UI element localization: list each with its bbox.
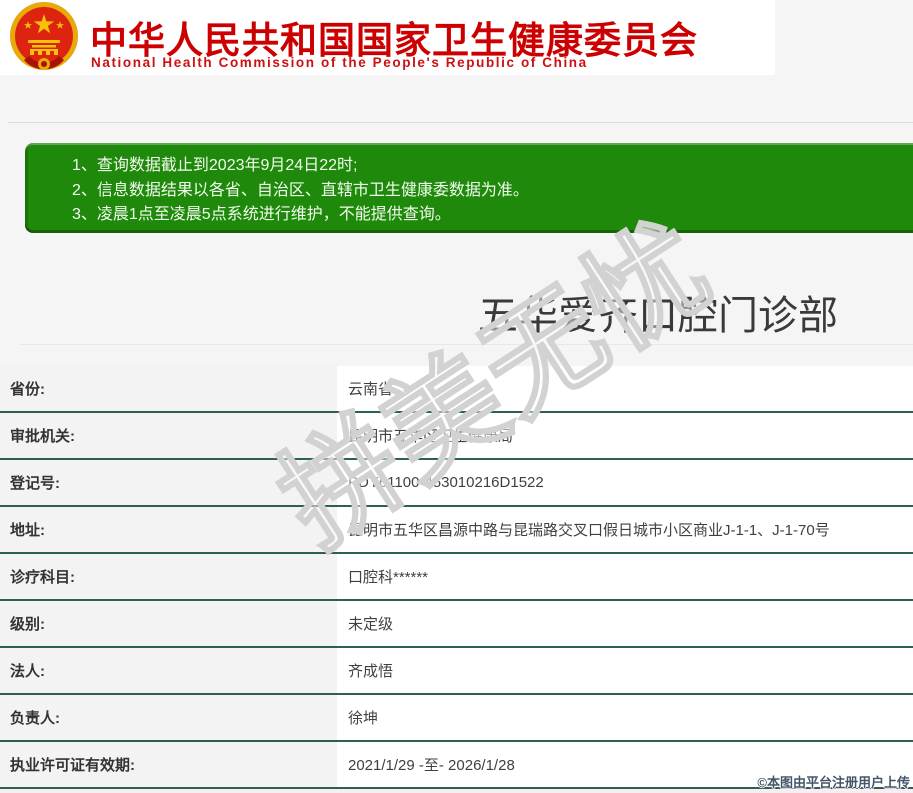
row-label: 负责人:	[0, 695, 337, 740]
row-label: 法人:	[0, 648, 337, 693]
header-divider	[8, 122, 913, 123]
table-row-registration-number: 登记号: PDY61100-453010216D1522	[0, 460, 913, 507]
row-value: 口腔科******	[337, 554, 913, 599]
row-value: 未定级	[337, 601, 913, 646]
medical-license-lookup-page: { "header": { "org_title_cn": "中华人民共和国国家…	[0, 0, 913, 793]
table-row-address: 地址: 昆明市五华区昌源中路与昆瑞路交叉口假日城市小区商业J-1-1、J-1-7…	[0, 507, 913, 554]
table-row-level: 级别: 未定级	[0, 601, 913, 648]
table-row-approval-authority: 审批机关: 昆明市五华区卫生健康局	[0, 413, 913, 460]
table-row-province: 省份: 云南省	[0, 366, 913, 413]
institution-name-title: 五华爱齐口腔门诊部	[478, 294, 838, 338]
prc-national-emblem-icon	[10, 2, 78, 70]
row-label: 登记号:	[0, 460, 337, 505]
org-title-english: National Health Commission of the People…	[91, 55, 588, 70]
uploaded-by-user-watermark: ©本图由平台注册用户上传	[757, 775, 910, 790]
table-row-departments: 诊疗科目: 口腔科******	[0, 554, 913, 601]
table-row-legal-person: 法人: 齐成悟	[0, 648, 913, 695]
row-value: 徐坤	[337, 695, 913, 740]
row-value: 云南省	[337, 366, 913, 411]
row-label: 执业许可证有效期:	[0, 742, 337, 787]
query-notice-box: 1、查询数据截止到2023年9月24日22时; 2、信息数据结果以各省、自治区、…	[25, 143, 913, 233]
header-banner: 中华人民共和国国家卫生健康委员会 National Health Commiss…	[0, 0, 775, 75]
table-row-person-in-charge: 负责人: 徐坤	[0, 695, 913, 742]
institution-detail-table: 省份: 云南省 审批机关: 昆明市五华区卫生健康局 登记号: PDY61100-…	[0, 366, 913, 789]
row-label: 诊疗科目:	[0, 554, 337, 599]
row-value: 齐成悟	[337, 648, 913, 693]
title-divider	[20, 344, 913, 345]
row-label: 省份:	[0, 366, 337, 411]
notice-line: 3、凌晨1点至凌晨5点系统进行维护，不能提供查询。	[72, 206, 451, 223]
row-value: PDY61100-453010216D1522	[337, 460, 913, 505]
notice-line: 1、查询数据截止到2023年9月24日22时;	[72, 157, 358, 174]
notice-line: 2、信息数据结果以各省、自治区、直辖市卫生健康委数据为准。	[72, 181, 529, 199]
row-label: 审批机关:	[0, 413, 337, 458]
row-label: 级别:	[0, 601, 337, 646]
row-label: 地址:	[0, 507, 337, 552]
row-value: 昆明市五华区昌源中路与昆瑞路交叉口假日城市小区商业J-1-1、J-1-70号	[337, 507, 913, 552]
row-value: 昆明市五华区卫生健康局	[337, 413, 913, 458]
